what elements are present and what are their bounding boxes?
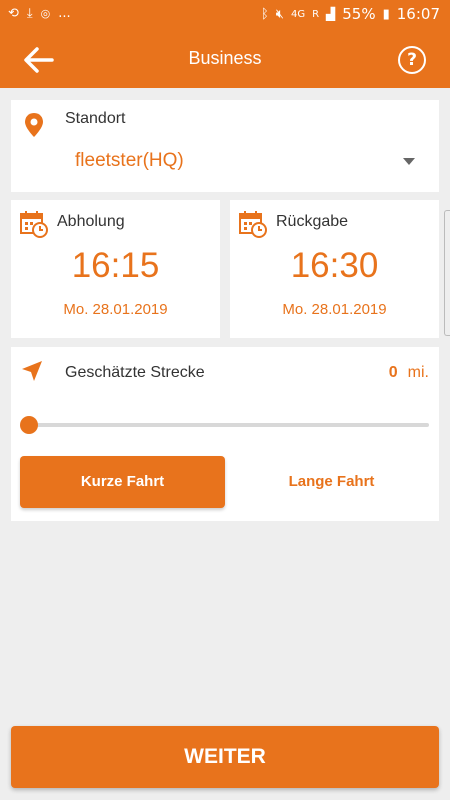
calendar-clock-icon	[20, 211, 48, 238]
return-card[interactable]: Rückgabe 16:30 Mo. 28.01.2019	[230, 200, 439, 338]
return-date[interactable]: Mo. 28.01.2019	[230, 301, 439, 318]
return-label: Rückgabe	[276, 213, 349, 230]
status-right: ᛒ 🔇︎ 4G R ▟ 55% ▮ 16:07	[261, 5, 440, 23]
distance-slider-handle[interactable]	[20, 416, 38, 434]
edge-handle[interactable]	[444, 210, 450, 336]
roaming-indicator: R	[312, 8, 320, 20]
distance-readout: 0 mi.	[389, 364, 429, 382]
sync-icon: ⟲	[8, 6, 19, 21]
pickup-date[interactable]: Mo. 28.01.2019	[11, 301, 220, 318]
long-trip-button[interactable]: Lange Fahrt	[229, 456, 434, 508]
short-trip-button[interactable]: Kurze Fahrt	[20, 456, 225, 508]
distance-unit: mi.	[407, 364, 429, 381]
calendar-clock-icon	[239, 211, 267, 238]
signal-icon: ▟	[326, 7, 336, 21]
battery-icon: ▮	[382, 6, 390, 22]
status-more: ...	[58, 6, 71, 21]
distance-slider-track[interactable]	[24, 423, 429, 427]
status-left: ⟲ ⤓ ◎ ...	[8, 6, 71, 21]
app-bar: Business ?	[0, 32, 450, 88]
continue-button[interactable]: WEITER	[11, 726, 439, 788]
return-time[interactable]: 16:30	[230, 246, 439, 286]
route-label: Geschätzte Strecke	[65, 364, 205, 381]
pickup-time[interactable]: 16:15	[11, 246, 220, 286]
route-card: Geschätzte Strecke 0 mi. Kurze Fahrt Lang…	[11, 347, 439, 521]
network-type: 4G	[290, 8, 306, 20]
location-pin-icon	[25, 113, 43, 137]
location-label: Standort	[65, 110, 126, 127]
help-icon[interactable]: ?	[398, 46, 426, 74]
app-icon: ◎	[40, 7, 51, 20]
navigation-arrow-icon	[22, 361, 42, 381]
clock: 16:07	[396, 5, 440, 23]
bluetooth-icon: ᛒ	[260, 6, 269, 22]
location-card[interactable]: Standort fleetster(HQ)	[11, 100, 439, 192]
chevron-down-icon[interactable]	[403, 158, 415, 165]
battery-percent: 55%	[342, 5, 376, 23]
page-title: Business	[188, 48, 262, 68]
location-select[interactable]: fleetster(HQ)	[75, 150, 184, 172]
status-bar: ⟲ ⤓ ◎ ... ᛒ 🔇︎ 4G R ▟ 55% ▮ 16:07	[0, 0, 450, 32]
pickup-card[interactable]: Abholung 16:15 Mo. 28.01.2019	[11, 200, 220, 338]
distance-value: 0	[388, 364, 398, 381]
download-icon: ⤓	[26, 6, 33, 21]
pickup-label: Abholung	[57, 213, 125, 230]
mute-icon: 🔇︎	[275, 6, 284, 22]
